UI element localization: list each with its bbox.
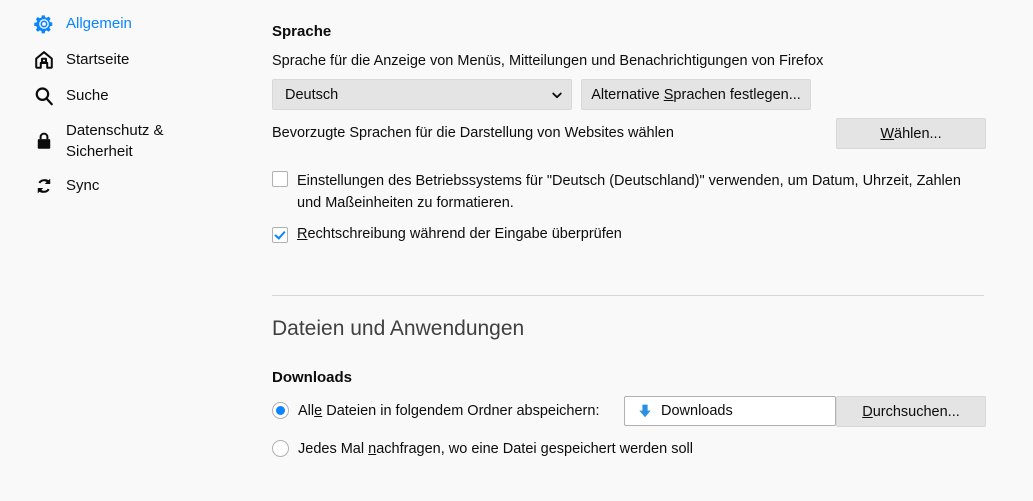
download-folder-field[interactable]: Downloads	[624, 396, 836, 426]
gear-icon	[32, 12, 56, 36]
settings-sidebar: Allgemein Startseite Suche Datenschutz &…	[0, 0, 236, 501]
browse-button[interactable]: Durchsuchen...	[836, 396, 986, 427]
sidebar-item-startseite[interactable]: Startseite	[0, 42, 236, 78]
settings-main-panel: Sprache Sprache für die Anzeige von Menü…	[236, 0, 1033, 501]
language-dropdown[interactable]: Deutsch	[272, 79, 572, 110]
sidebar-item-suche[interactable]: Suche	[0, 78, 236, 114]
language-description: Sprache für die Anzeige von Menüs, Mitte…	[272, 53, 824, 69]
section-divider	[272, 295, 984, 296]
spellcheck-checkbox-row[interactable]: Rechtschreibung während der Eingabe über…	[272, 223, 622, 245]
sidebar-item-datenschutz[interactable]: Datenschutz & Sicherheit	[0, 114, 236, 168]
downloads-title: Downloads	[272, 369, 353, 386]
os-locale-checkbox-row[interactable]: Einstellungen des Betriebssystems für "D…	[272, 170, 992, 214]
lock-icon	[32, 129, 56, 153]
radio-save-folder-row[interactable]: Alle Dateien in folgendem Ordner abspeic…	[272, 402, 599, 419]
sidebar-item-sync[interactable]: Sync	[0, 168, 236, 204]
alternative-languages-button[interactable]: Alternative Sprachen festlegen...	[581, 79, 811, 110]
os-locale-checkbox-label: Einstellungen des Betriebssystems für "D…	[297, 173, 961, 211]
choose-languages-button-label: Wählen...	[880, 125, 942, 142]
sidebar-item-label: Sync	[66, 177, 100, 194]
sidebar-item-label: Suche	[66, 87, 109, 104]
websites-languages-label: Bevorzugte Sprachen für die Darstellung …	[272, 125, 674, 141]
browse-button-label: Durchsuchen...	[862, 403, 960, 420]
sidebar-item-label: Datenschutz & Sicherheit	[66, 122, 164, 160]
sync-icon	[32, 174, 56, 198]
spellcheck-checkbox[interactable]	[272, 226, 288, 243]
os-locale-checkbox[interactable]	[272, 171, 288, 187]
sidebar-item-label: Startseite	[66, 51, 130, 68]
search-icon	[32, 84, 56, 108]
choose-languages-button[interactable]: Wählen...	[836, 118, 986, 149]
preferences-window: Allgemein Startseite Suche Datenschutz &…	[0, 0, 1033, 501]
chevron-down-icon	[551, 89, 563, 101]
spellcheck-checkbox-label: Rechtschreibung während der Eingabe über…	[297, 226, 622, 242]
download-arrow-icon	[637, 403, 653, 419]
radio-always-ask[interactable]	[272, 440, 289, 457]
radio-save-folder[interactable]	[272, 402, 289, 419]
language-dropdown-value: Deutsch	[285, 86, 339, 103]
language-section-title: Sprache	[272, 23, 332, 40]
sidebar-item-label: Allgemein	[66, 15, 132, 32]
download-folder-value: Downloads	[661, 403, 733, 419]
home-icon	[32, 48, 56, 72]
radio-always-ask-label: Jedes Mal nachfragen, wo eine Datei gesp…	[298, 440, 693, 457]
alternative-languages-button-label: Alternative Sprachen festlegen...	[591, 86, 801, 103]
radio-always-ask-row[interactable]: Jedes Mal nachfragen, wo eine Datei gesp…	[272, 440, 693, 457]
sidebar-item-allgemein[interactable]: Allgemein	[0, 6, 236, 42]
files-section-heading: Dateien und Anwendungen	[272, 317, 525, 340]
radio-save-folder-label: Alle Dateien in folgendem Ordner abspeic…	[298, 402, 600, 419]
